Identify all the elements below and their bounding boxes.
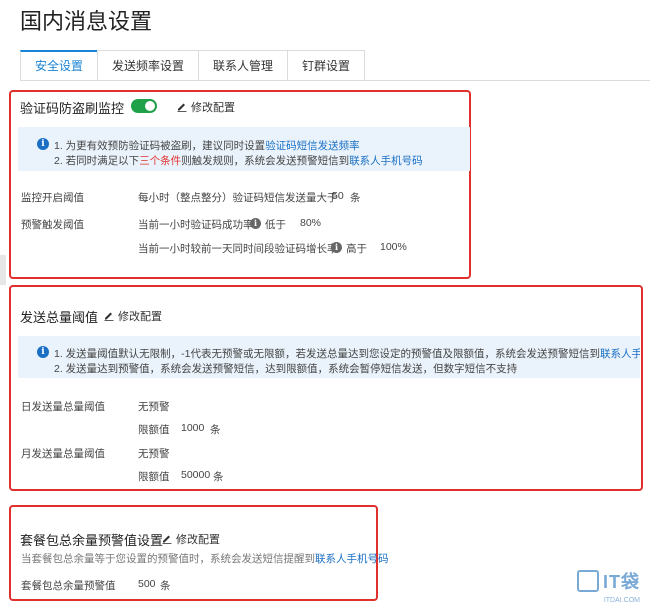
daily-limit-label: 限额值 xyxy=(138,424,170,436)
package-alert-label: 套餐包总余量预警值 xyxy=(21,580,116,592)
monthly-threshold-label: 月发送量总量阈值 xyxy=(21,448,105,460)
notice-line-1: 1. 发送量阈值默认无限制，-1代表无预警或无限额，若发送总量达到您设定的预警值… xyxy=(54,346,640,361)
edit-config-button[interactable]: 修改配置 xyxy=(104,308,162,324)
info-icon: i xyxy=(37,346,49,358)
monitor-threshold-value: 50 xyxy=(332,190,344,202)
watermark-site: ITDAI.COM xyxy=(603,597,640,604)
tab-contact-management[interactable]: 联系人管理 xyxy=(198,50,289,81)
monthly-limit-value: 50000 xyxy=(181,469,211,481)
info-icon[interactable]: i xyxy=(331,242,342,253)
package-alert-description: 当套餐包总余量等于您设置的预警值时，系统会发送短信提醒到联系人手机号码 xyxy=(21,553,389,565)
monitor-threshold-label: 监控开启阈值 xyxy=(21,192,84,204)
watermark-brand: IT袋 xyxy=(603,572,640,592)
edit-config-label: 修改配置 xyxy=(118,311,162,323)
edit-config-label: 修改配置 xyxy=(176,534,220,546)
watermark-logo-icon xyxy=(577,570,599,592)
contact-phone-link[interactable]: 联系人手机号码 xyxy=(349,155,423,167)
daily-threshold-label: 日发送量总量阈值 xyxy=(21,401,105,413)
notice-line-2: 2. 发送量达到预警值，系统会发送预警短信，达到限额值，系统会暂停短信发送，但数… xyxy=(54,363,518,375)
monitor-toggle[interactable] xyxy=(131,99,157,113)
page-title: 国内消息设置 xyxy=(20,9,153,34)
tab-security-settings[interactable]: 安全设置 xyxy=(20,50,99,81)
tab-dingtalk-group[interactable]: 钉群设置 xyxy=(287,50,366,81)
daily-limit-unit: 条 xyxy=(210,424,221,436)
section-title: 套餐包总余量预警值设置 xyxy=(20,533,164,548)
tab-divider xyxy=(20,80,650,81)
success-rate-compare: 低于 xyxy=(265,219,286,231)
frequency-setting-link[interactable]: 验证码短信发送频率 xyxy=(265,140,360,152)
edit-config-label: 修改配置 xyxy=(191,102,235,114)
pencil-icon xyxy=(177,103,187,112)
tab-bar: 安全设置 发送频率设置 联系人管理 钉群设置 xyxy=(20,50,366,81)
monthly-limit-unit: 条 xyxy=(213,471,224,483)
watermark: IT袋 xyxy=(577,568,640,594)
section-title: 验证码防盗刷监控 xyxy=(20,101,125,116)
pencil-icon xyxy=(104,312,114,321)
monitor-threshold-text: 每小时（整点整分）验证码短信发送量大于 xyxy=(138,192,338,204)
growth-rate-compare: 高于 xyxy=(346,243,367,255)
daily-warn-value: 无预警 xyxy=(138,401,170,413)
section-title: 发送总量阈值 xyxy=(20,310,99,325)
success-rate-value: 80% xyxy=(300,217,322,229)
three-conditions-highlight: 三个条件 xyxy=(139,155,182,167)
monthly-limit-label: 限额值 xyxy=(138,471,170,483)
growth-rate-value: 100% xyxy=(380,241,407,253)
info-icon: i xyxy=(37,138,49,150)
package-alert-value: 500 xyxy=(138,578,156,590)
left-gutter xyxy=(0,255,6,285)
monitor-threshold-unit: 条 xyxy=(350,192,361,204)
package-alert-unit: 条 xyxy=(160,580,171,592)
contact-phone-link[interactable]: 联系人手机号码 xyxy=(315,553,389,565)
edit-config-button[interactable]: 修改配置 xyxy=(162,531,220,547)
alert-threshold-label: 预警触发阈值 xyxy=(21,219,84,231)
contact-phone-link[interactable]: 联系人手机号码 xyxy=(600,348,640,360)
growth-rate-text: 当前一小时较前一天同时间段验证码增长率 xyxy=(138,243,338,255)
tab-send-frequency[interactable]: 发送频率设置 xyxy=(97,50,200,81)
info-icon[interactable]: i xyxy=(250,218,261,229)
daily-limit-value: 1000 xyxy=(181,422,205,434)
notice-line-2: 2. 若同时满足以下三个条件则触发规则，系统会发送预警短信到联系人手机号码 xyxy=(54,155,423,167)
notice-line-1: 1. 为更有效预防验证码被盗刷，建议同时设置验证码短信发送频率 xyxy=(54,140,360,152)
success-rate-text: 当前一小时验证码成功率 xyxy=(138,219,254,231)
pencil-icon xyxy=(162,535,172,544)
edit-config-button[interactable]: 修改配置 xyxy=(177,99,235,115)
monthly-warn-value: 无预警 xyxy=(138,448,170,460)
